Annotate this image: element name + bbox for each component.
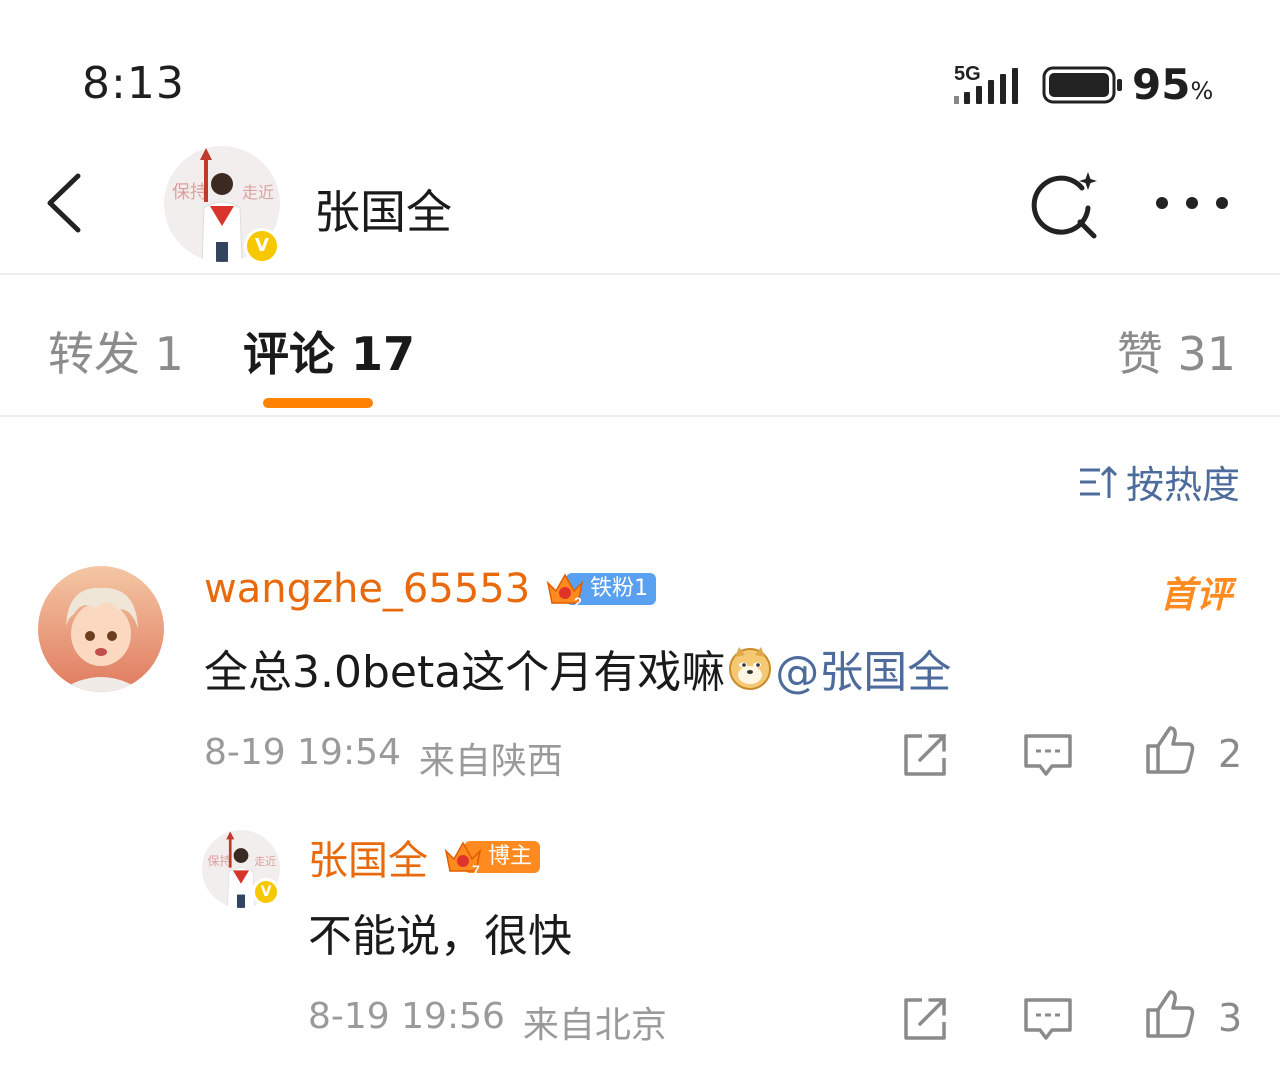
- comment-1-text: 全总3.0beta这个月有戏嘛 @张国全: [204, 636, 951, 700]
- share-icon[interactable]: [900, 992, 952, 1044]
- comment-1-location: 来自陕西: [418, 741, 563, 782]
- more-icon[interactable]: [1152, 188, 1232, 218]
- comment-1-date: 8-19 19:54: [204, 732, 401, 773]
- fan-badge[interactable]: 2 铁粉1: [544, 569, 657, 609]
- svg-text:7: 7: [472, 862, 480, 877]
- tab-repost[interactable]: 转发 1: [48, 318, 184, 384]
- comment-2-meta: 8-19 19:56 来自北京: [308, 996, 667, 1048]
- comment-2-text: 不能说，很快: [308, 911, 572, 962]
- share-icon[interactable]: [900, 728, 952, 780]
- comment-2-like-count: 3: [1218, 996, 1243, 1040]
- comment-icon[interactable]: [1022, 728, 1074, 780]
- reply-verified-badge: V: [252, 878, 280, 906]
- comment-1-header: wangzhe_65553 2 铁粉1: [204, 566, 657, 612]
- tabs-divider: [0, 415, 1280, 417]
- comment-1-username[interactable]: wangzhe_65553: [204, 566, 530, 612]
- comment-1-body: 全总3.0beta这个月有戏嘛: [204, 647, 726, 698]
- mention-link[interactable]: @张国全: [775, 636, 951, 700]
- comment-1-meta: 8-19 19:54 来自陕西: [204, 732, 563, 784]
- signal-5g-icon: 5G: [954, 63, 1018, 104]
- verified-badge: V: [244, 228, 280, 264]
- status-time: 8:13: [82, 58, 185, 109]
- owner-badge[interactable]: 7 博主: [442, 837, 541, 877]
- tab-comments[interactable]: 评论 17: [243, 318, 415, 384]
- sort-icon: [1079, 465, 1118, 498]
- comment-2-date: 8-19 19:56: [308, 996, 505, 1037]
- search-icon[interactable]: [1028, 168, 1100, 240]
- active-tab-indicator: [263, 398, 373, 408]
- like-icon[interactable]: [1144, 724, 1196, 776]
- svg-text:保持: 保持: [172, 182, 208, 203]
- back-arrow-icon[interactable]: [44, 172, 84, 234]
- svg-text:2: 2: [574, 594, 582, 609]
- battery-percent: 95%: [1132, 60, 1214, 109]
- comment-2-header: 张国全 7 博主: [308, 828, 541, 886]
- page-title: 张国全: [314, 185, 452, 239]
- sort-button[interactable]: 按热度: [1078, 454, 1240, 509]
- comment-2-location: 来自北京: [522, 1005, 667, 1046]
- first-comment-tag: 首评: [1159, 575, 1232, 616]
- header-divider: [0, 273, 1280, 275]
- like-icon[interactable]: [1144, 988, 1196, 1040]
- commenter-avatar[interactable]: [38, 566, 164, 692]
- svg-text:保持: 保持: [207, 853, 231, 868]
- svg-text:5G: 5G: [954, 63, 981, 85]
- crown-icon: 7: [444, 841, 482, 877]
- comment-2-username[interactable]: 张国全: [308, 828, 428, 886]
- sort-label: 按热度: [1125, 463, 1240, 507]
- doge-emoji-icon: [729, 647, 772, 690]
- svg-text:走近: 走近: [254, 855, 276, 868]
- svg-text:走近: 走近: [242, 183, 274, 202]
- comment-1-like-count: 2: [1218, 732, 1243, 776]
- tab-likes[interactable]: 赞 31: [1117, 318, 1236, 384]
- crown-icon: 2: [546, 573, 584, 609]
- battery-icon: [1042, 66, 1122, 104]
- comment-icon[interactable]: [1022, 992, 1074, 1044]
